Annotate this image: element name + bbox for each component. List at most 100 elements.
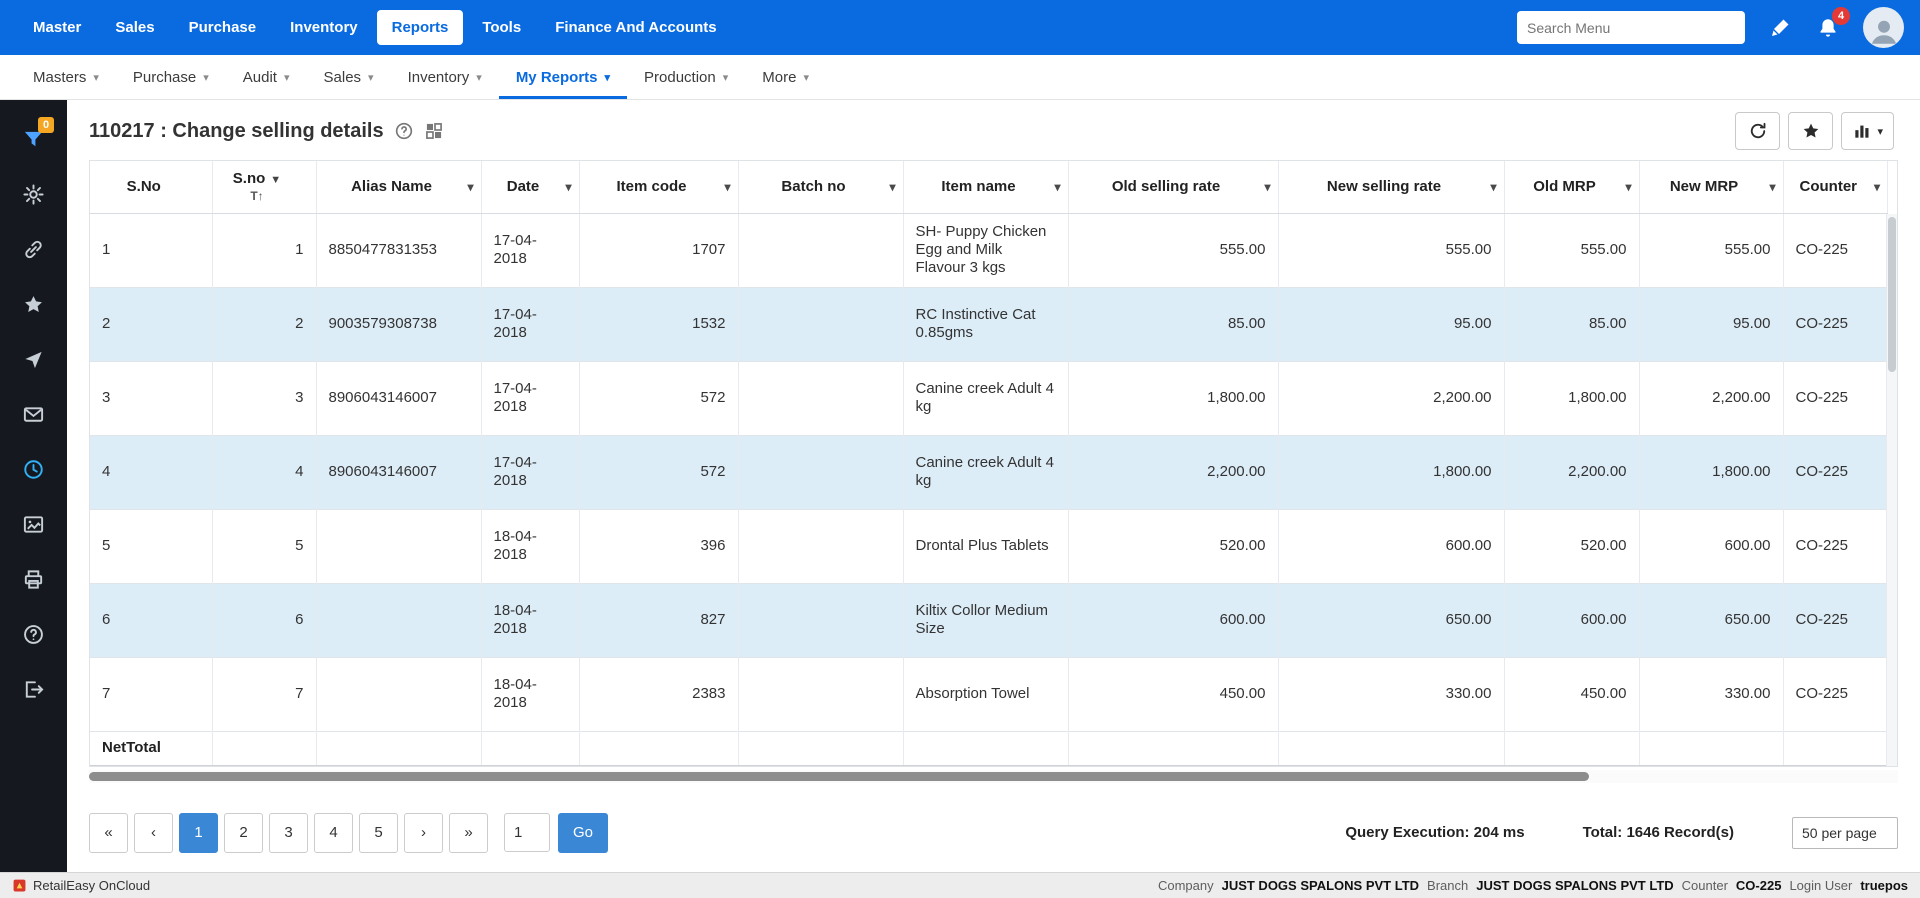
paint-icon[interactable] bbox=[1767, 15, 1793, 41]
page-jump-input[interactable] bbox=[504, 813, 550, 852]
favorites-icon[interactable] bbox=[0, 277, 67, 332]
column-header-label-wrap: New selling rate bbox=[1289, 178, 1480, 195]
horizontal-scrollbar-thumb[interactable] bbox=[89, 772, 1589, 781]
column-filter-caret-icon[interactable]: ▾ bbox=[1054, 180, 1060, 194]
table-cell: 450.00 bbox=[1504, 657, 1639, 731]
table-cell: 8906043146007 bbox=[316, 361, 481, 435]
mail-icon[interactable] bbox=[0, 387, 67, 442]
share-icon[interactable] bbox=[0, 332, 67, 387]
next-page-button[interactable]: › bbox=[404, 813, 443, 853]
subnav-item-audit[interactable]: Audit▾ bbox=[226, 55, 307, 99]
subnav-item-my-reports[interactable]: My Reports▾ bbox=[499, 55, 627, 99]
logout-icon[interactable] bbox=[0, 662, 67, 717]
column-header-label: Date bbox=[507, 178, 540, 195]
column-header-new-selling-rate[interactable]: New selling rate ▾ bbox=[1278, 161, 1504, 213]
per-page-select[interactable]: 50 per page bbox=[1792, 817, 1898, 849]
help-icon[interactable] bbox=[0, 607, 67, 662]
column-filter-caret-icon[interactable]: ▾ bbox=[724, 180, 730, 194]
table-row[interactable]: 7718-04-20182383Absorption Towel450.0033… bbox=[90, 657, 1888, 731]
top-menu-item-master[interactable]: Master bbox=[18, 10, 96, 45]
last-page-button[interactable]: » bbox=[449, 813, 488, 853]
table-cell: 6 bbox=[212, 583, 316, 657]
column-filter-caret-icon[interactable]: ▾ bbox=[565, 180, 571, 194]
top-menu-item-purchase[interactable]: Purchase bbox=[174, 10, 272, 45]
table-row[interactable]: 11885047783135317-04-20181707SH- Puppy C… bbox=[90, 213, 1888, 287]
table-row[interactable]: 44890604314600717-04-2018572Canine creek… bbox=[90, 435, 1888, 509]
column-header-new-mrp[interactable]: New MRP▾ bbox=[1639, 161, 1783, 213]
settings-icon[interactable] bbox=[0, 167, 67, 222]
page-button-1[interactable]: 1 bbox=[179, 813, 218, 853]
column-header-alias-name[interactable]: Alias Name▾ bbox=[316, 161, 481, 213]
table-cell bbox=[316, 583, 481, 657]
subnav-item-inventory[interactable]: Inventory▾ bbox=[391, 55, 499, 99]
table-cell: 95.00 bbox=[1639, 287, 1783, 361]
page-button-3[interactable]: 3 bbox=[269, 813, 308, 853]
table-cell bbox=[1068, 731, 1278, 765]
user-avatar[interactable] bbox=[1863, 7, 1904, 48]
table-cell bbox=[738, 731, 903, 765]
column-filter-caret-icon[interactable]: ▾ bbox=[1625, 180, 1631, 194]
column-header-date[interactable]: Date ▾ bbox=[481, 161, 579, 213]
notifications-bell-icon[interactable]: 4 bbox=[1815, 15, 1841, 41]
table-cell: 9003579308738 bbox=[316, 287, 481, 361]
page-title: 110217 : Change selling details bbox=[89, 120, 384, 143]
page-button-4[interactable]: 4 bbox=[314, 813, 353, 853]
column-filter-caret-icon[interactable]: ▾ bbox=[1490, 180, 1496, 194]
layout-grid-icon[interactable] bbox=[424, 121, 444, 141]
history-icon[interactable] bbox=[0, 442, 67, 497]
favorite-button[interactable] bbox=[1788, 112, 1833, 150]
column-header-label: Old MRP bbox=[1533, 178, 1596, 195]
column-filter-caret-icon[interactable]: ▾ bbox=[1769, 180, 1775, 194]
column-header-label: Old selling rate bbox=[1112, 178, 1220, 195]
search-input[interactable] bbox=[1517, 11, 1745, 44]
print-icon[interactable] bbox=[0, 552, 67, 607]
page-button-5[interactable]: 5 bbox=[359, 813, 398, 853]
table-row[interactable]: 5518-04-2018396Drontal Plus Tablets520.0… bbox=[90, 509, 1888, 583]
table-cell: 600.00 bbox=[1639, 509, 1783, 583]
horizontal-scrollbar[interactable] bbox=[89, 770, 1898, 783]
help-circle-icon[interactable] bbox=[394, 121, 414, 141]
column-filter-caret-icon[interactable]: ▾ bbox=[1874, 180, 1880, 194]
first-page-button[interactable]: « bbox=[89, 813, 128, 853]
export-icon[interactable] bbox=[0, 497, 67, 552]
column-filter-caret-icon[interactable]: ▾ bbox=[467, 180, 473, 194]
table-cell: 6 bbox=[90, 583, 212, 657]
column-filter-caret-icon[interactable]: ▾ bbox=[1264, 180, 1270, 194]
table-cell bbox=[1783, 731, 1888, 765]
prev-page-button[interactable]: ‹ bbox=[134, 813, 173, 853]
column-header-counter[interactable]: Counter▾ bbox=[1783, 161, 1888, 213]
column-header-batch-no[interactable]: Batch no▾ bbox=[738, 161, 903, 213]
subnav-item-sales[interactable]: Sales▾ bbox=[307, 55, 391, 99]
page-button-2[interactable]: 2 bbox=[224, 813, 263, 853]
table-cell: 1,800.00 bbox=[1068, 361, 1278, 435]
vertical-scrollbar-thumb[interactable] bbox=[1888, 217, 1896, 372]
column-header-item-name[interactable]: Item name▾ bbox=[903, 161, 1068, 213]
top-menu-item-tools[interactable]: Tools bbox=[467, 10, 536, 45]
subnav-item-more[interactable]: More▾ bbox=[745, 55, 826, 99]
subnav-item-label: Inventory bbox=[408, 69, 470, 86]
subnav-item-production[interactable]: Production▾ bbox=[627, 55, 745, 99]
table-row[interactable]: 33890604314600717-04-2018572Canine creek… bbox=[90, 361, 1888, 435]
column-header-s-no[interactable]: S.no▼T↑ bbox=[212, 161, 316, 213]
subnav-item-purchase[interactable]: Purchase▾ bbox=[116, 55, 226, 99]
top-menu-item-sales[interactable]: Sales bbox=[100, 10, 169, 45]
vertical-scrollbar[interactable] bbox=[1886, 214, 1897, 766]
top-menu-item-finance-and-accounts[interactable]: Finance And Accounts bbox=[540, 10, 731, 45]
refresh-button[interactable] bbox=[1735, 112, 1780, 150]
table-row[interactable]: 22900357930873817-04-20181532RC Instinct… bbox=[90, 287, 1888, 361]
subnav-item-masters[interactable]: Masters▾ bbox=[16, 55, 116, 99]
go-button[interactable]: Go bbox=[558, 813, 608, 853]
column-header-s-no[interactable]: S.No bbox=[90, 161, 212, 213]
column-header-old-selling-rate[interactable]: Old selling rate ▾ bbox=[1068, 161, 1278, 213]
link-icon[interactable] bbox=[0, 222, 67, 277]
chevron-down-icon: ▾ bbox=[368, 71, 374, 84]
top-menu-item-inventory[interactable]: Inventory bbox=[275, 10, 373, 45]
table-cell: 1 bbox=[212, 213, 316, 287]
top-menu-item-reports[interactable]: Reports bbox=[377, 10, 464, 45]
column-header-old-mrp[interactable]: Old MRP ▾ bbox=[1504, 161, 1639, 213]
table-row[interactable]: 6618-04-2018827Kiltix Collor Medium Size… bbox=[90, 583, 1888, 657]
column-header-item-code[interactable]: Item code▾ bbox=[579, 161, 738, 213]
chart-menu-button[interactable]: ▾ bbox=[1841, 112, 1894, 150]
column-filter-caret-icon[interactable]: ▾ bbox=[889, 180, 895, 194]
filter-icon[interactable]: 0 bbox=[0, 112, 67, 167]
